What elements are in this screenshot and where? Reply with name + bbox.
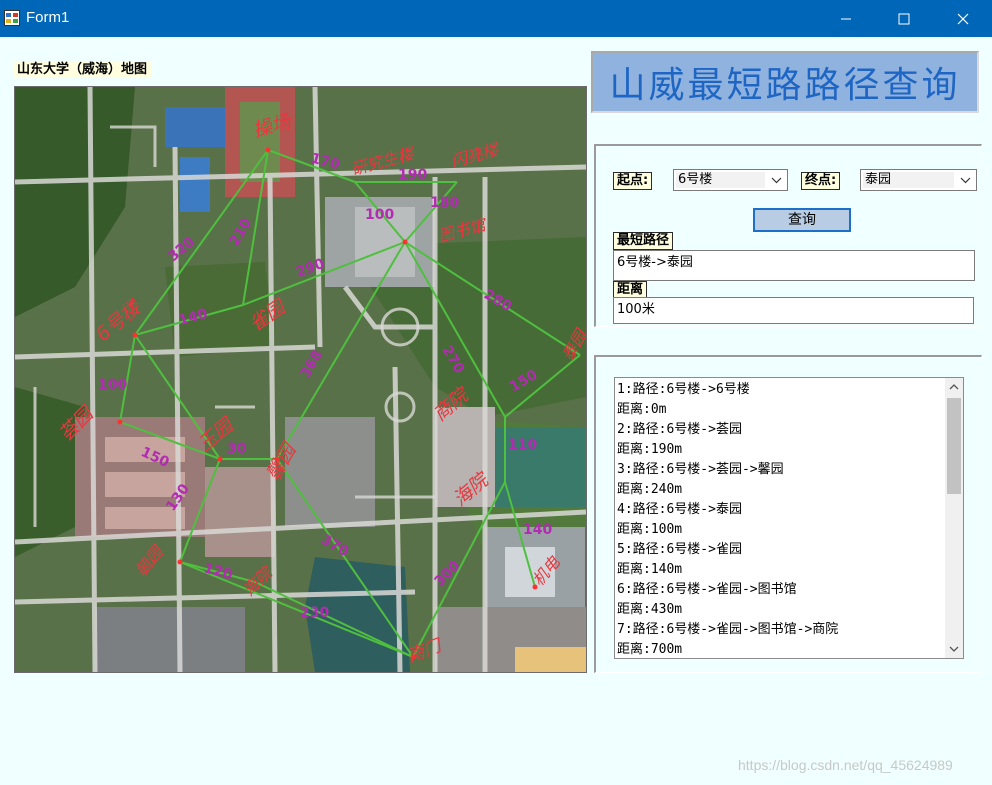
chevron-down-icon xyxy=(949,646,959,652)
map-graph: 操场 研究生楼 闪亮楼 图书馆 6号楼 雀园 荟园 商院 玉园 馨园 毓园 海院… xyxy=(15,87,586,672)
end-select[interactable]: 泰园 xyxy=(860,169,977,191)
scroll-thumb[interactable] xyxy=(947,398,961,494)
distance-label: 230 xyxy=(300,605,329,621)
close-icon xyxy=(957,13,969,24)
query-panel: 起点: 6号楼 终点: 泰园 查询 最短路径 6号楼->泰园 距离 100米 xyxy=(594,144,982,327)
end-select-value: 泰园 xyxy=(863,172,954,188)
list-item[interactable]: 5:路径:6号楼->雀园 xyxy=(617,540,942,560)
distance-label: 30 xyxy=(227,441,247,457)
chevron-up-icon xyxy=(949,384,959,390)
path-result-field[interactable]: 6号楼->泰园 xyxy=(613,250,975,281)
results-listbox[interactable]: 1:路径:6号楼->6号楼 距离:0m 2:路径:6号楼->荟园 距离:190m… xyxy=(614,377,964,659)
distance-label: 190 xyxy=(398,167,427,183)
results-list: 1:路径:6号楼->6号楼 距离:0m 2:路径:6号楼->荟园 距离:190m… xyxy=(617,380,942,658)
list-item[interactable]: 4:路径:6号楼->泰园 xyxy=(617,500,942,520)
distance-label: 100 xyxy=(98,377,127,393)
list-item[interactable]: 6:路径:6号楼->雀园->图书馆 xyxy=(617,580,942,600)
minimize-icon xyxy=(841,18,851,19)
distance-label: 140 xyxy=(523,522,552,538)
list-item[interactable]: 距离:240m xyxy=(617,480,942,500)
heading-banner: 山威最短路路径查询 xyxy=(591,51,979,113)
maximize-icon xyxy=(898,13,910,24)
window-title: Form1 xyxy=(26,9,70,26)
end-label: 终点: xyxy=(801,172,841,190)
watermark: https://blog.csdn.net/qq_45624989 xyxy=(738,757,953,773)
distance-label: 110 xyxy=(508,437,537,453)
distance-label: 180 xyxy=(430,195,459,211)
app-icon xyxy=(4,10,20,26)
list-item[interactable]: 距离:100m xyxy=(617,520,942,540)
close-button[interactable] xyxy=(934,0,992,37)
start-label: 起点: xyxy=(613,172,653,190)
query-button[interactable]: 查询 xyxy=(753,208,851,232)
start-select-value: 6号楼 xyxy=(676,172,765,188)
scroll-up-button[interactable] xyxy=(945,378,963,396)
page-title: 山威最短路路径查询 xyxy=(609,65,961,106)
path-label: 最短路径 xyxy=(613,232,674,250)
minimize-button[interactable] xyxy=(817,0,875,37)
list-item[interactable]: 距离:190m xyxy=(617,440,942,460)
list-item[interactable]: 距离:140m xyxy=(617,560,942,580)
chevron-down-icon xyxy=(767,172,785,188)
distance-result-field[interactable]: 100米 xyxy=(613,297,974,324)
list-item[interactable]: 7:路径:6号楼->雀园->图书馆->商院 xyxy=(617,620,942,640)
scroll-down-button[interactable] xyxy=(945,640,963,658)
list-item[interactable]: 距离:700m xyxy=(617,640,942,658)
map-label: 山东大学（威海）地图 xyxy=(13,62,152,78)
list-item[interactable]: 1:路径:6号楼->6号楼 xyxy=(617,380,942,400)
list-item[interactable]: 3:路径:6号楼->荟园->馨园 xyxy=(617,460,942,480)
chevron-down-icon xyxy=(956,172,974,188)
list-item[interactable]: 距离:0m xyxy=(617,400,942,420)
list-item[interactable]: 2:路径:6号楼->荟园 xyxy=(617,420,942,440)
campus-map: 操场 研究生楼 闪亮楼 图书馆 6号楼 雀园 荟园 商院 玉园 馨园 毓园 海院… xyxy=(14,86,587,673)
distance-label: 100 xyxy=(365,207,394,223)
maximize-button[interactable] xyxy=(875,0,933,37)
list-item[interactable]: 距离:430m xyxy=(617,600,942,620)
start-select[interactable]: 6号楼 xyxy=(673,169,788,191)
results-panel: 1:路径:6号楼->6号楼 距离:0m 2:路径:6号楼->荟园 距离:190m… xyxy=(594,355,982,673)
vertical-scrollbar[interactable] xyxy=(945,378,963,658)
title-bar: Form1 xyxy=(0,0,992,37)
